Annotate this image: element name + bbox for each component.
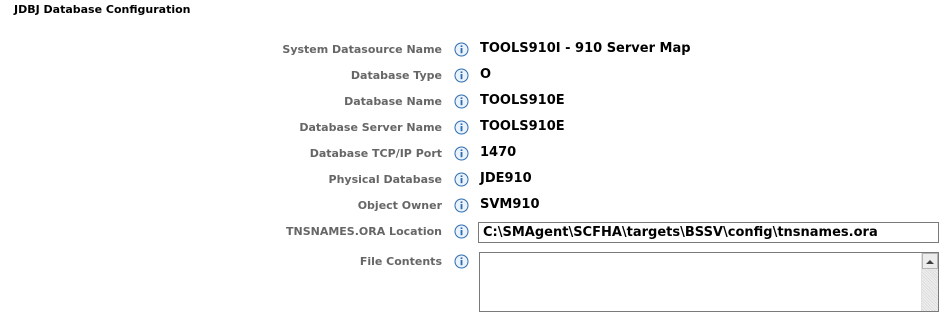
field-row-database-name: Database Name TOOLS910E: [0, 92, 945, 112]
section-title: JDBJ Database Configuration: [14, 3, 191, 16]
field-value: TOOLS910E: [480, 119, 565, 134]
field-value: O: [480, 67, 492, 82]
chevron-up-icon: [926, 260, 934, 264]
tnsnames-location-input[interactable]: [478, 222, 939, 243]
field-row-database-type: Database Type O: [0, 66, 945, 86]
info-icon[interactable]: [454, 42, 469, 57]
tnsnames-label: TNSNAMES.ORA Location: [285, 225, 442, 238]
file-contents-scrollbar[interactable]: [921, 253, 938, 311]
field-row-system-datasource-name: System Datasource Name TOOLS910I - 910 S…: [0, 40, 945, 60]
field-row-database-tcp-ip-port: Database TCP/IP Port 1470: [0, 144, 945, 164]
info-icon[interactable]: [454, 198, 469, 213]
field-value: JDE910: [480, 171, 532, 186]
field-row-database-server-name: Database Server Name TOOLS910E: [0, 118, 945, 138]
info-icon[interactable]: [454, 254, 469, 269]
field-value: 1470: [480, 145, 517, 160]
field-label: Object Owner: [357, 199, 442, 212]
file-contents-label: File Contents: [359, 255, 442, 268]
field-label: Database Server Name: [299, 121, 442, 134]
field-value: TOOLS910I - 910 Server Map: [480, 41, 691, 56]
scroll-up-button[interactable]: [922, 253, 938, 269]
file-contents-box: [479, 252, 939, 312]
file-contents-textarea[interactable]: [480, 253, 921, 311]
field-label: Physical Database: [328, 173, 442, 186]
info-icon[interactable]: [454, 224, 469, 239]
field-label: Database Name: [344, 95, 442, 108]
field-row-physical-database: Physical Database JDE910: [0, 170, 945, 190]
field-value: TOOLS910E: [480, 93, 565, 108]
field-value: SVM910: [480, 197, 540, 212]
info-icon[interactable]: [454, 94, 469, 109]
field-label: System Datasource Name: [282, 43, 442, 56]
info-icon[interactable]: [454, 68, 469, 83]
field-label: Database TCP/IP Port: [309, 147, 442, 160]
info-icon[interactable]: [454, 120, 469, 135]
field-label: Database Type: [350, 69, 442, 82]
info-icon[interactable]: [454, 172, 469, 187]
field-row-object-owner: Object Owner SVM910: [0, 196, 945, 216]
info-icon[interactable]: [454, 146, 469, 161]
field-row-tnsnames-location: TNSNAMES.ORA Location: [0, 222, 945, 244]
